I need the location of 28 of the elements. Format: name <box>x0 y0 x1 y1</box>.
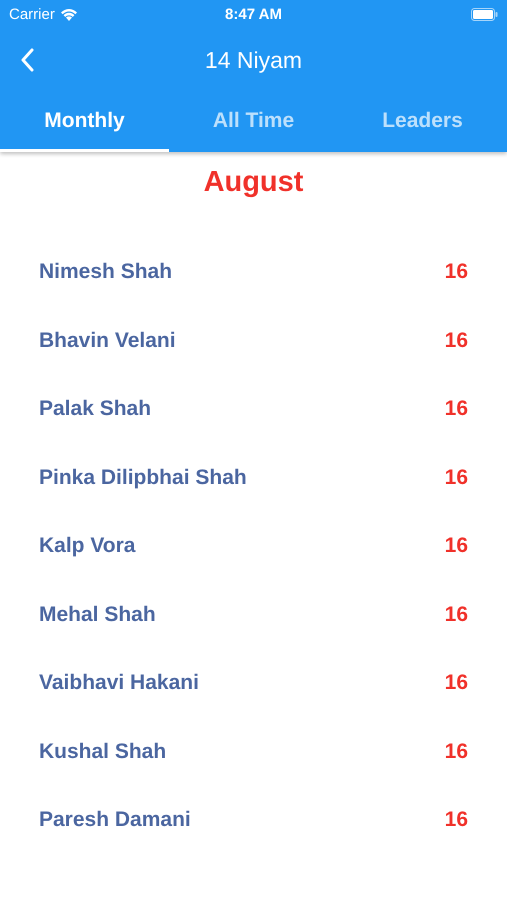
battery-icon <box>471 8 498 20</box>
score: 16 <box>444 602 468 627</box>
member-name: Paresh Damani <box>39 808 191 832</box>
score: 16 <box>444 671 468 696</box>
status-time: 8:47 AM <box>225 6 282 22</box>
member-name: Kushal Shah <box>39 740 166 764</box>
member-name: Palak Shah <box>39 397 152 422</box>
score: 16 <box>444 260 468 284</box>
tab[interactable]: Monthly <box>0 92 169 152</box>
tab[interactable]: All Time <box>169 92 338 152</box>
member-name: Kalp Vora <box>39 534 136 558</box>
score: 16 <box>444 808 468 832</box>
wifi-icon <box>60 8 78 20</box>
month-heading: August <box>202 166 304 199</box>
score: 16 <box>444 466 468 490</box>
tab[interactable]: Leaders <box>338 92 507 152</box>
member-name: Pinka Dilipbhai Shah <box>39 466 247 490</box>
back-icon[interactable] <box>20 48 34 72</box>
score: 16 <box>444 328 468 353</box>
score: 16 <box>444 534 468 558</box>
member-name: Bhavin Velani <box>39 328 176 353</box>
member-name: Mehal Shah <box>39 602 156 627</box>
score: 16 <box>444 397 468 422</box>
screen-title: 14 Niyam <box>204 46 302 74</box>
carrier-name: Carrier <box>9 6 55 22</box>
member-name: Nimesh Shah <box>39 260 172 284</box>
member-name: Vaibhavi Hakani <box>39 671 199 696</box>
score: 16 <box>444 740 468 764</box>
